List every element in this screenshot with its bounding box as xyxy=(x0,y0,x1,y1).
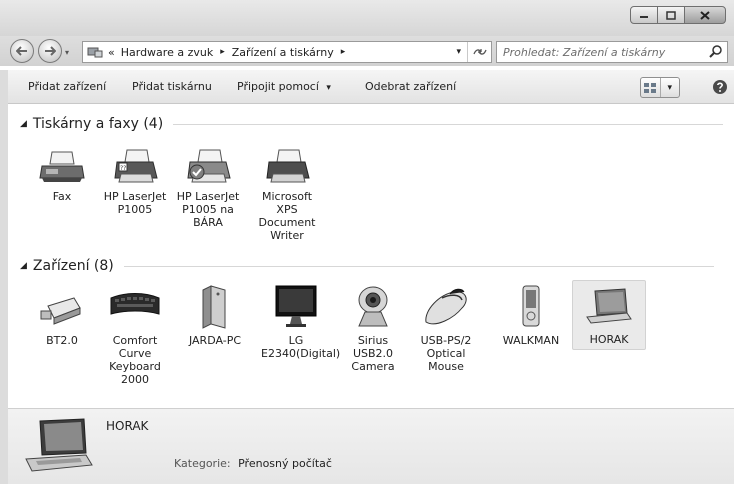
category-value: Přenosný počítač xyxy=(238,457,332,470)
printer-default-icon xyxy=(187,149,231,183)
change-view-button[interactable]: ▾ xyxy=(640,77,680,98)
back-button[interactable] xyxy=(10,39,34,63)
maximize-icon xyxy=(666,10,676,20)
search-icon[interactable] xyxy=(709,45,723,59)
device-label: HORAK xyxy=(589,333,629,346)
remove-device-button[interactable]: Odebrat zařízení xyxy=(365,80,456,93)
bluetooth-dongle-icon xyxy=(40,297,81,325)
back-arrow-icon xyxy=(16,46,27,56)
view-tiles-icon xyxy=(644,82,657,93)
refresh-icon xyxy=(472,49,487,55)
device-item-hp-laserjet[interactable]: ?? HP LaserJet P1005 xyxy=(100,148,170,216)
breadcrumb-separator[interactable]: ▸ xyxy=(220,47,225,57)
maximize-button[interactable] xyxy=(657,6,685,24)
collapse-arrow-icon[interactable]: ◢ xyxy=(20,261,27,271)
details-device-name: HORAK xyxy=(106,419,149,433)
device-item-jarda-pc[interactable]: JARDA-PC xyxy=(180,284,250,347)
chevron-down-icon: ▾ xyxy=(326,83,331,93)
device-label: Fax xyxy=(52,190,72,203)
device-item-webcam[interactable]: Sirius USB2.0 Camera xyxy=(338,284,408,373)
command-bar: Přidat zařízení Přidat tiskárnu Připojit… xyxy=(8,70,734,104)
add-device-button[interactable]: Přidat zařízení xyxy=(28,80,106,93)
close-button[interactable] xyxy=(684,6,726,24)
group-title: Tiskárny a faxy (4) xyxy=(32,116,164,132)
webcam-icon xyxy=(358,286,388,327)
help-icon[interactable] xyxy=(712,79,728,95)
navigation-bar: ▾ « Hardware a zvuk ▸ Zařízení a tiskárn… xyxy=(0,36,734,66)
laptop-icon xyxy=(586,288,632,324)
details-pane: HORAK Kategorie: Přenosný počítač xyxy=(8,408,734,484)
printer-icon xyxy=(266,149,310,183)
device-item-hp-laserjet-bara[interactable]: HP LaserJet P1005 na BÁRA xyxy=(173,148,243,229)
address-bar[interactable]: « Hardware a zvuk ▸ Zařízení a tiskárny … xyxy=(82,41,492,63)
search-placeholder: Prohledat: Zařízení a tiskárny xyxy=(503,45,666,59)
device-item-horak[interactable]: HORAK xyxy=(572,280,646,350)
title-bar xyxy=(0,0,734,36)
device-label: Microsoft XPS Document Writer xyxy=(258,190,316,242)
group-header-devices[interactable]: ◢ Zařízení (8) xyxy=(20,258,714,274)
close-icon xyxy=(700,10,710,20)
devices-content-area: ◢ Tiskárny a faxy (4) Fax ?? HP LaserJet… xyxy=(8,104,734,408)
address-dropdown-icon[interactable]: ▾ xyxy=(456,47,461,57)
breadcrumb-separator[interactable]: ▸ xyxy=(341,47,346,57)
connect-using-label: Připojit pomocí xyxy=(237,80,319,93)
device-label: WALKMAN xyxy=(502,334,560,347)
device-label: Comfort Curve Keyboard 2000 xyxy=(109,334,161,386)
forward-arrow-icon xyxy=(45,46,56,56)
device-item-lg-monitor[interactable]: LG E2340(Digital) xyxy=(261,284,341,360)
fax-icon xyxy=(39,151,85,182)
device-label: LG E2340(Digital) xyxy=(261,334,341,360)
recent-pages-icon[interactable]: ▾ xyxy=(65,48,69,57)
category-label: Kategorie: xyxy=(174,457,231,470)
group-divider xyxy=(173,123,724,125)
media-player-icon xyxy=(522,285,540,327)
breadcrumb-hardware-sound[interactable]: Hardware a zvuk xyxy=(121,46,213,59)
device-label: HP LaserJet P1005 xyxy=(103,190,167,216)
window-left-edge xyxy=(0,70,8,484)
collapse-arrow-icon[interactable]: ◢ xyxy=(20,119,27,129)
add-printer-button[interactable]: Přidat tiskárnu xyxy=(132,80,212,93)
minimize-icon xyxy=(640,16,648,18)
computer-tower-icon xyxy=(202,285,226,329)
mouse-icon xyxy=(425,288,467,325)
details-category: Kategorie: Přenosný počítač xyxy=(174,457,332,470)
group-title: Zařízení (8) xyxy=(32,258,114,274)
forward-button[interactable] xyxy=(38,39,62,63)
device-item-walkman[interactable]: WALKMAN xyxy=(496,284,566,347)
device-item-mouse[interactable]: USB-PS/2 Optical Mouse xyxy=(411,284,481,373)
monitor-icon xyxy=(275,285,317,327)
device-item-bt20[interactable]: BT2.0 xyxy=(27,284,97,347)
device-item-fax[interactable]: Fax xyxy=(27,148,97,203)
device-label: USB-PS/2 Optical Mouse xyxy=(420,334,472,373)
keyboard-icon xyxy=(110,293,160,315)
minimize-button[interactable] xyxy=(630,6,658,24)
window-controls xyxy=(630,6,726,24)
breadcrumb-prefix[interactable]: « xyxy=(108,46,115,59)
svg-text:??: ?? xyxy=(120,165,126,172)
devices-folder-icon xyxy=(87,47,103,58)
device-label: BT2.0 xyxy=(46,334,78,347)
chevron-down-icon: ▾ xyxy=(667,82,673,93)
device-label: HP LaserJet P1005 na BÁRA xyxy=(176,190,240,229)
printer-icon: ?? xyxy=(114,149,158,183)
search-box[interactable]: Prohledat: Zařízení a tiskárny xyxy=(496,41,728,63)
view-options[interactable] xyxy=(641,78,660,97)
device-item-keyboard[interactable]: Comfort Curve Keyboard 2000 xyxy=(100,284,170,386)
laptop-icon xyxy=(25,418,93,472)
device-item-xps-writer[interactable]: Microsoft XPS Document Writer xyxy=(252,148,322,242)
group-divider xyxy=(123,265,714,267)
group-header-printers[interactable]: ◢ Tiskárny a faxy (4) xyxy=(20,116,724,132)
connect-using-button[interactable]: Připojit pomocí ▾ xyxy=(237,80,331,93)
device-label: JARDA-PC xyxy=(188,334,242,347)
device-label: Sirius USB2.0 Camera xyxy=(351,334,395,373)
refresh-button[interactable] xyxy=(467,42,491,62)
breadcrumb-devices-printers[interactable]: Zařízení a tiskárny xyxy=(232,46,334,59)
view-dropdown[interactable]: ▾ xyxy=(659,78,680,97)
